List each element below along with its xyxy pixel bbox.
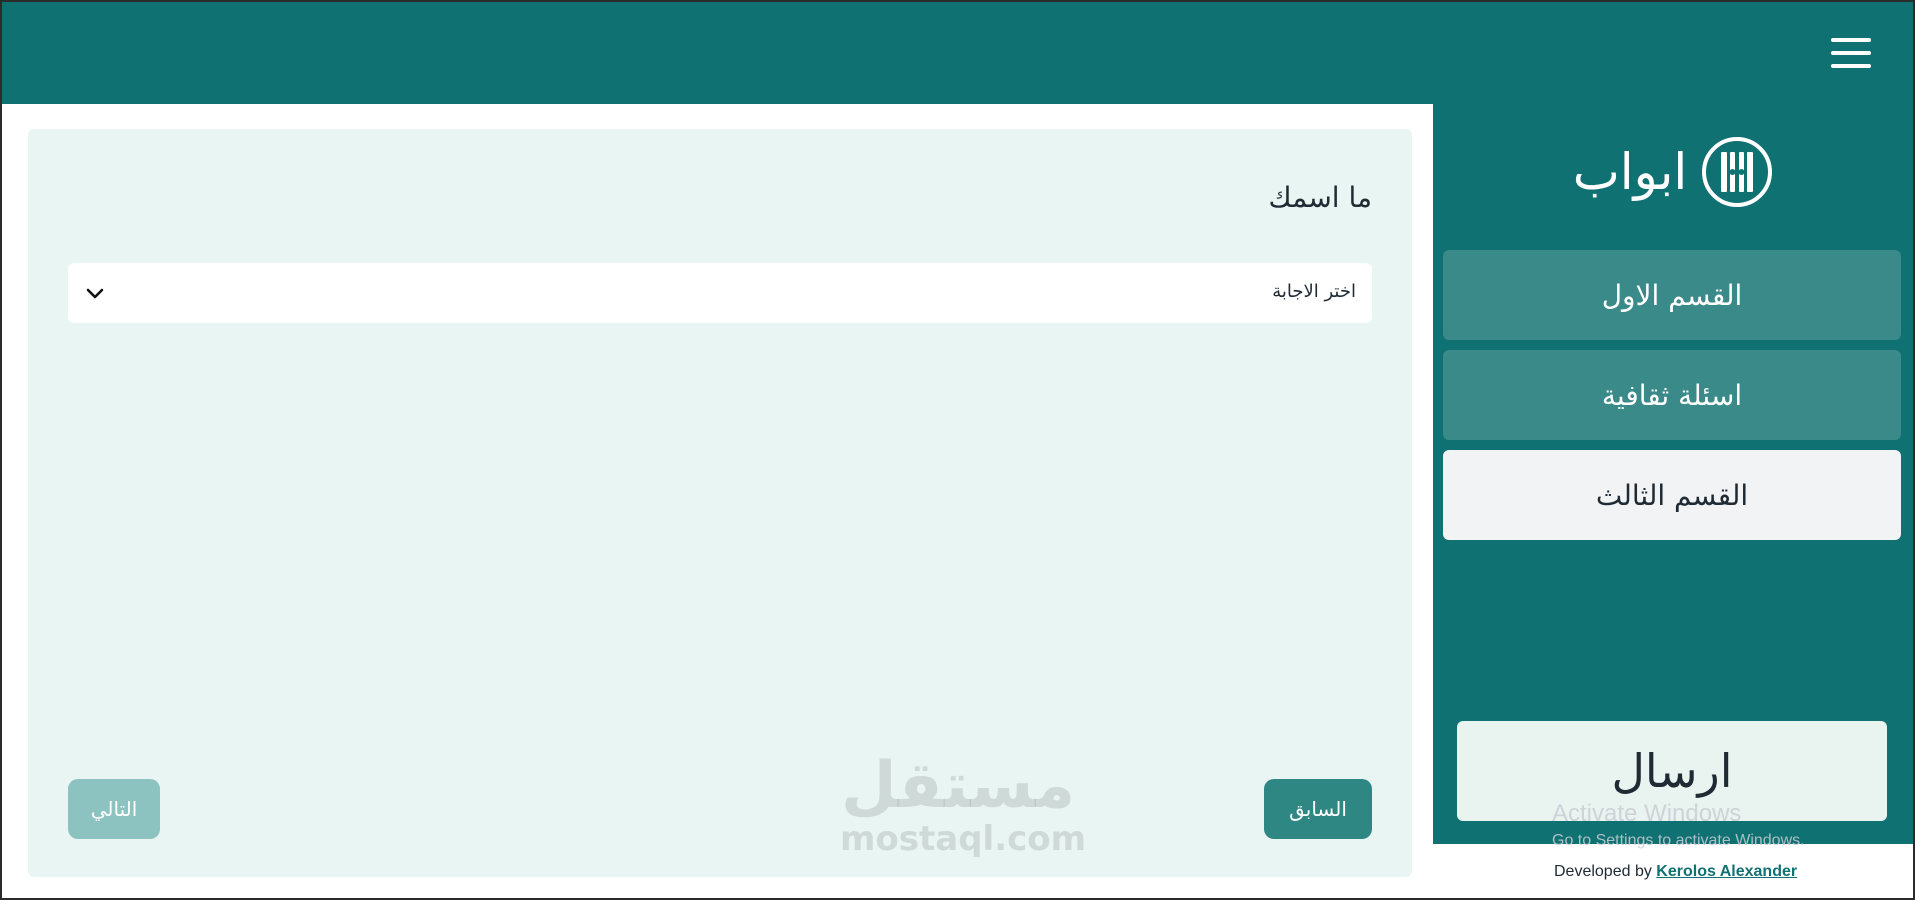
watermark-arabic: مستقل [840,749,1076,823]
activate-windows-overlay: Activate Windows Go to Settings to activ… [1552,800,1805,850]
next-button[interactable]: التالي [68,779,160,839]
footer-prefix: Developed by [1554,863,1652,880]
top-bar [2,2,1913,104]
app-window: ما اسمك اختر الاجابة السابق التالي مستقل… [0,0,1915,900]
previous-button[interactable]: السابق [1264,779,1372,839]
sidebar-item-section-one[interactable]: القسم الاول [1443,250,1901,340]
answer-select[interactable]: اختر الاجابة [68,263,1372,323]
footer-credit: Developed by Kerolos Alexander [1554,863,1797,881]
mostaql-watermark: مستقل mostaql.com [840,749,1087,859]
door-logo-icon [1702,137,1773,207]
sidebar-item-section-three[interactable]: القسم الثالث [1443,450,1901,540]
watermark-latin: mostaql.com [840,819,1087,859]
author-link[interactable]: Kerolos Alexander [1656,863,1797,880]
sidebar-item-cultural-questions[interactable]: اسئلة ثقافية [1443,350,1901,440]
question-card: ما اسمك اختر الاجابة السابق التالي [28,129,1412,877]
answer-select-value: اختر الاجابة [1272,281,1356,302]
hamburger-menu-icon[interactable] [1831,38,1871,70]
chevron-down-icon [86,288,104,299]
brand: ابواب [1433,132,1913,212]
brand-name: ابواب [1572,143,1688,201]
question-text: ما اسمك [1268,181,1372,214]
activate-windows-title: Activate Windows [1552,800,1742,827]
activate-windows-subtitle: Go to Settings to activate Windows. [1552,832,1805,849]
sidebar: ابواب القسم الاول اسئلة ثقافية القسم الث… [1433,104,1913,844]
